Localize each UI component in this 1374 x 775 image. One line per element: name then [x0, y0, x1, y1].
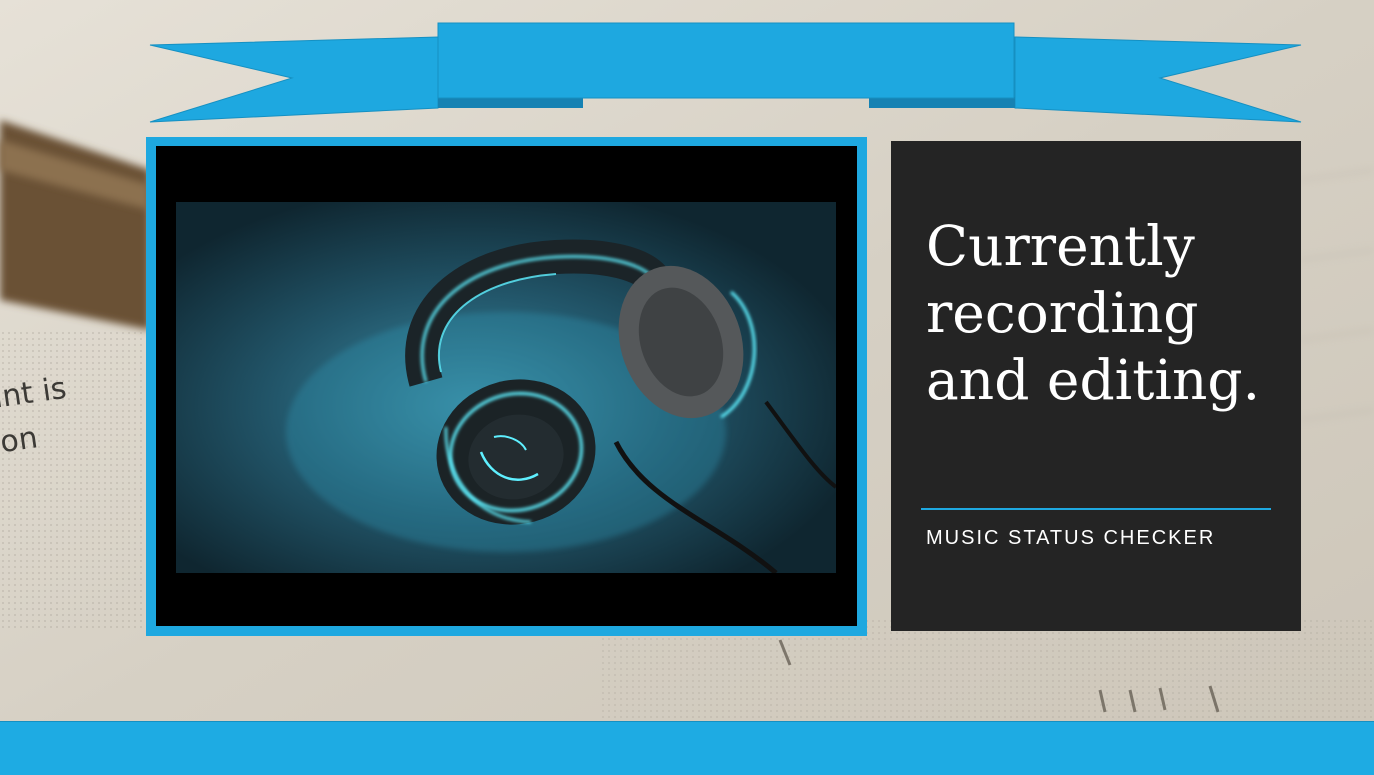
picture-frame-inner — [156, 146, 857, 626]
title-panel: Currently recording and editing. MUSIC S… — [891, 141, 1301, 631]
bottom-accent-bar — [0, 721, 1374, 775]
ribbon-banner — [149, 22, 1302, 123]
title-divider — [921, 508, 1271, 510]
headphones-image — [176, 202, 836, 573]
slide-title: Currently recording and editing. — [926, 214, 1261, 412]
background-text-fragment-2: on — [0, 420, 40, 460]
picture-frame — [146, 137, 867, 636]
slide-subtitle: MUSIC STATUS CHECKER — [926, 527, 1216, 549]
